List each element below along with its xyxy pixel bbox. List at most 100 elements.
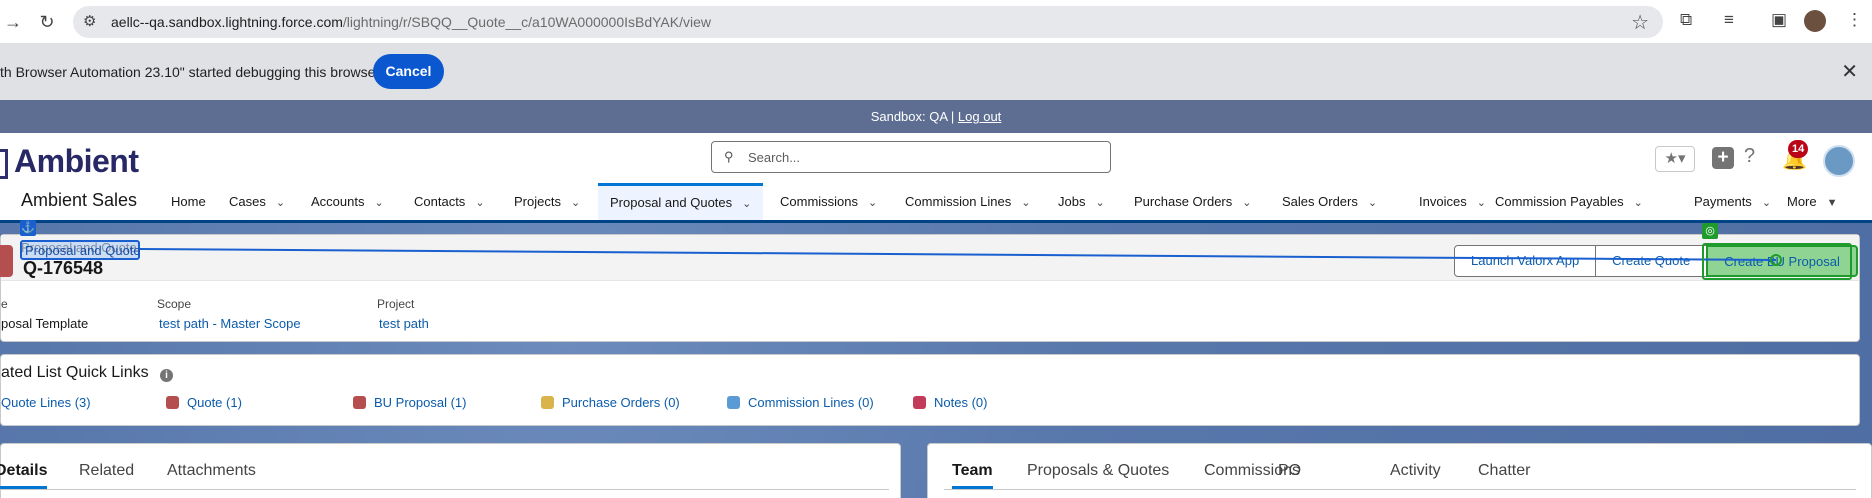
logout-link[interactable]: Log out [958, 109, 1001, 124]
nav-item-label: Invoices [1419, 194, 1467, 209]
field-label-template: e [1, 297, 8, 311]
chevron-down-icon[interactable]: ⌄ [1368, 185, 1377, 222]
quick-link-label: Quote Lines (3) [1, 395, 91, 410]
search-icon: ⚲ [724, 149, 734, 164]
debug-message: th Browser Automation 23.10" started deb… [0, 64, 381, 80]
create-quote-button[interactable]: Create Quote [1595, 245, 1708, 277]
chevron-down-icon[interactable]: ⌄ [374, 185, 383, 222]
nav-item-commissions[interactable]: Commissions ⌄ [780, 183, 877, 220]
related-list-quick-links: ated List Quick Links i Quote Lines (3) Q… [0, 354, 1860, 426]
quick-link-purchase-orders-0[interactable]: Purchase Orders (0) [541, 395, 680, 410]
favorites-button[interactable]: ★▾ [1655, 146, 1695, 172]
details-tabset: Details Related Attachments [0, 443, 901, 498]
automation-target-highlight [1702, 243, 1852, 280]
nav-item-label: Proposal and Quotes [610, 195, 733, 210]
nav-item-projects[interactable]: Projects ⌄ [514, 183, 580, 220]
tab-proposals-quotes[interactable]: Proposals & Quotes [1027, 462, 1169, 480]
help-icon[interactable]: ? [1744, 145, 1755, 168]
nav-item-label: Home [171, 194, 206, 209]
chevron-down-icon[interactable]: ⌄ [1021, 185, 1030, 222]
tab-po[interactable]: PO [1278, 462, 1301, 480]
chevron-down-icon[interactable]: ⌄ [475, 185, 484, 222]
nav-item-accounts[interactable]: Accounts ⌄ [311, 183, 384, 220]
record-name: Q-176548 [23, 258, 104, 278]
nav-item-label: Commission Payables [1495, 194, 1624, 209]
related-object-icon [727, 396, 740, 409]
activity-tabset: Team Proposals & Quotes Commissions PO Activ… [927, 443, 1872, 498]
sandbox-label: Sandbox: QA | [870, 109, 955, 124]
cancel-button[interactable]: Cancel [373, 54, 444, 89]
chevron-down-icon[interactable]: ⌄ [571, 185, 580, 222]
chevron-down-icon[interactable]: ⌄ [868, 185, 877, 222]
nav-item-label: Cases [229, 194, 266, 209]
info-icon[interactable]: i [160, 369, 173, 382]
anchor-icon: ⚓ [20, 220, 36, 236]
nav-item-jobs[interactable]: Jobs ⌄ [1058, 183, 1105, 220]
chevron-down-icon[interactable]: ⌄ [1095, 185, 1104, 222]
menu-icon[interactable]: ⋮ [1846, 10, 1863, 30]
url-host: aellc--qa.sandbox.lightning.force.com [111, 14, 343, 30]
nav-item-label: Sales Orders [1282, 194, 1358, 209]
related-object-icon [353, 396, 366, 409]
record-highlights-panel: Proposal and Quote Q-176548 Launch Valor… [0, 234, 1860, 342]
profile-avatar[interactable] [1804, 10, 1826, 32]
quick-link-quote-lines-3[interactable]: Quote Lines (3) [1, 395, 91, 410]
quick-link-commission-lines-0[interactable]: Commission Lines (0) [727, 395, 874, 410]
quick-link-label: Commission Lines (0) [748, 395, 874, 410]
tab-chatter[interactable]: Chatter [1478, 462, 1530, 480]
nav-item-label: More [1787, 194, 1817, 209]
nav-item-payments[interactable]: Payments ⌄ [1694, 183, 1771, 220]
field-label-scope: Scope [157, 297, 192, 311]
field-value-scope-link[interactable]: test path - Master Scope [159, 316, 301, 331]
tab-related[interactable]: Related [79, 462, 134, 480]
reload-icon[interactable]: ↻ [34, 9, 60, 35]
forward-icon[interactable]: → [0, 9, 26, 35]
nav-item-purchase-orders[interactable]: Purchase Orders ⌄ [1134, 183, 1251, 220]
extensions-icon[interactable]: ⧉ [1680, 10, 1692, 30]
chevron-down-icon[interactable]: ⌄ [1634, 185, 1643, 222]
nav-item-home[interactable]: Home [171, 183, 206, 220]
close-icon[interactable]: ✕ [1841, 59, 1858, 84]
media-icon[interactable]: ≡ [1724, 10, 1734, 30]
nav-item-label: Contacts [414, 194, 466, 209]
nav-item-contacts[interactable]: Contacts ⌄ [414, 183, 485, 220]
nav-item-sales-orders[interactable]: Sales Orders ⌄ [1282, 183, 1377, 220]
nav-item-label: Projects [514, 194, 561, 209]
related-object-icon [166, 396, 179, 409]
field-value-project-link[interactable]: test path [379, 316, 429, 331]
chevron-down-icon[interactable]: ⌄ [1762, 185, 1771, 222]
chevron-down-icon[interactable]: ⌄ [276, 185, 285, 222]
tab-team[interactable]: Team [952, 462, 993, 489]
launch-valorx-app-button[interactable]: Launch Valorx App [1454, 245, 1597, 277]
anchor-label: Proposal and Quote [25, 243, 141, 258]
nav-item-cases[interactable]: Cases ⌄ [229, 183, 285, 220]
quick-link-bu-proposal-1[interactable]: BU Proposal (1) [353, 395, 466, 410]
nav-item-proposal-and-quotes[interactable]: Proposal and Quotes ⌄ [598, 183, 764, 221]
sandbox-banner: Sandbox: QA | Log out [0, 100, 1872, 133]
side-panel-icon[interactable]: ▣ [1771, 10, 1787, 30]
quick-links-title: ated List Quick Links [1, 364, 149, 381]
global-search-input[interactable]: ⚲ Search... [711, 141, 1111, 173]
tab-details[interactable]: Details [0, 462, 48, 489]
nav-item-more[interactable]: More ▼ [1787, 183, 1838, 220]
quote-object-icon [0, 245, 13, 277]
chevron-down-icon[interactable]: ▼ [1827, 185, 1838, 222]
site-info-icon[interactable]: ⚙ [83, 12, 96, 30]
quick-link-quote-1[interactable]: Quote (1) [166, 395, 242, 410]
target-icon: ◎ [1702, 223, 1718, 239]
user-avatar[interactable] [1823, 145, 1855, 177]
quick-link-notes-0[interactable]: Notes (0) [913, 395, 987, 410]
bookmark-star-icon[interactable]: ☆ [1631, 10, 1649, 35]
nav-item-commission-payables[interactable]: Commission Payables ⌄ [1495, 183, 1643, 220]
chevron-down-icon[interactable]: ⌄ [1242, 185, 1251, 222]
related-object-icon [541, 396, 554, 409]
nav-item-commission-lines[interactable]: Commission Lines ⌄ [905, 183, 1030, 220]
nav-item-invoices[interactable]: Invoices ⌄ [1419, 183, 1486, 220]
tab-attachments[interactable]: Attachments [167, 462, 256, 480]
global-actions-button[interactable]: + [1712, 147, 1734, 169]
chevron-down-icon[interactable]: ⌄ [1477, 185, 1486, 222]
browser-toolbar: → ↻ ⚙ aellc--qa.sandbox.lightning.force.… [0, 0, 1872, 43]
chevron-down-icon[interactable]: ⌄ [742, 187, 751, 221]
tab-activity[interactable]: Activity [1390, 462, 1441, 480]
address-bar[interactable]: ⚙ aellc--qa.sandbox.lightning.force.com/… [73, 6, 1663, 38]
